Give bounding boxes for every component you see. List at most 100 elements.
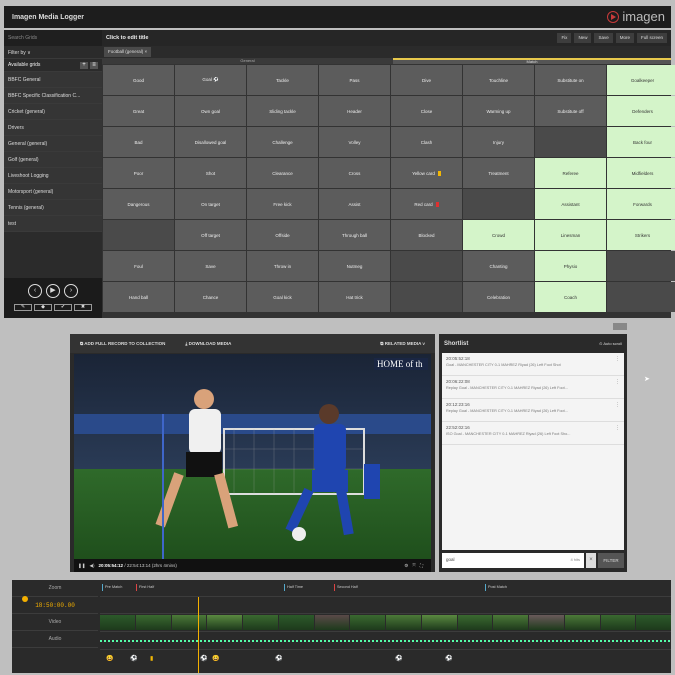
header-button-save[interactable]: Save — [594, 33, 613, 43]
tag-icon[interactable]: ◆ — [34, 304, 52, 311]
grid-button-off-target[interactable]: Off target — [175, 220, 246, 250]
video-thumbnail[interactable] — [207, 615, 242, 630]
grid-button-throw-in[interactable]: Throw in — [247, 251, 318, 281]
grid-button-goalkeeper[interactable]: Goalkeeper — [607, 65, 675, 95]
time-ruler[interactable] — [100, 597, 671, 614]
shortlist-item[interactable]: 20:12:23:16 Replay Goal - MANCHESTER CITY… — [442, 399, 624, 422]
grid-button-dive[interactable]: Dive — [391, 65, 462, 95]
grid-button-save[interactable]: Save — [175, 251, 246, 281]
grid-button-cross[interactable]: Cross — [319, 158, 390, 188]
expand-icon[interactable]: ⤧ — [412, 563, 420, 568]
related-media-button[interactable]: ⧉ RELATED MEDIA ∨ — [380, 341, 425, 346]
grid-list-item[interactable]: BBFC Specific Classification C... — [4, 88, 102, 104]
grid-button-substitute-off[interactable]: Substitute off — [535, 96, 606, 126]
video-thumbnail[interactable] — [278, 615, 314, 630]
grid-button-clearance[interactable]: Clearance — [247, 158, 318, 188]
grid-button-coach[interactable]: Coach — [535, 282, 606, 312]
grid-button-assist[interactable]: Assist — [319, 189, 390, 219]
grid-button-defenders[interactable]: Defenders — [607, 96, 675, 126]
video-thumbnail[interactable] — [171, 615, 207, 630]
clear-search-icon[interactable]: × — [586, 553, 596, 568]
header-button-new[interactable]: New — [574, 33, 592, 43]
grid-list-item[interactable]: BBFC General — [4, 72, 102, 88]
grid-button-crowd[interactable]: Crowd — [463, 220, 534, 250]
grid-button-nutmeg[interactable]: Nutmeg — [319, 251, 390, 281]
grid-list-item[interactable]: Tennis (general) — [4, 200, 102, 216]
add-full-record-button[interactable]: ⧉ ADD FULL RECORD TO COLLECTION — [80, 341, 165, 346]
ball-icon[interactable]: ⚽ — [130, 655, 137, 662]
video-track[interactable] — [100, 614, 671, 632]
grid-button-linesman[interactable]: Linesman — [535, 220, 606, 250]
grid-list-item[interactable]: Liveshoot Logging — [4, 168, 102, 184]
period-marker[interactable]: Pre Match — [102, 584, 122, 591]
grid-button-shot[interactable]: Shot — [175, 158, 246, 188]
grid-button-disallowed-goal[interactable]: Disallowed goal — [175, 127, 246, 157]
header-button-more[interactable]: More — [615, 33, 634, 43]
fullscreen-icon[interactable]: ⛶ — [420, 563, 427, 568]
pause-icon[interactable]: ❚❚ — [78, 563, 86, 569]
zoom-slider[interactable] — [22, 596, 28, 602]
ball-icon[interactable]: ⚽ — [445, 655, 452, 662]
grid-button-touchline[interactable]: Touchline — [463, 65, 534, 95]
playhead[interactable] — [198, 597, 199, 673]
kebab-menu-icon[interactable]: ⋮ — [615, 425, 620, 431]
delete-icon[interactable]: ✖ — [74, 304, 92, 311]
grid-button-challenge[interactable]: Challenge — [247, 127, 318, 157]
grid-button-own-goal[interactable]: Own goal — [175, 96, 246, 126]
play-icon[interactable]: ▶ — [46, 284, 60, 298]
grid-button-assistant[interactable]: Assistant — [535, 189, 606, 219]
grid-button-goal-kick[interactable]: Goal kick — [247, 282, 318, 312]
ball-icon[interactable]: ⚽ — [395, 655, 402, 662]
face-icon[interactable]: 😀 — [106, 655, 113, 662]
kebab-menu-icon[interactable]: ⋮ — [615, 356, 620, 362]
period-marker[interactable]: Half Time — [284, 584, 303, 591]
grid-button-hat-trick[interactable]: Hat trick — [319, 282, 390, 312]
grid-list-item[interactable]: General (general) — [4, 136, 102, 152]
confirm-icon[interactable]: ✔ — [54, 304, 72, 311]
previous-icon[interactable]: ‹ — [28, 284, 42, 298]
grid-button-physio[interactable]: Physio — [535, 251, 606, 281]
grid-button-substitute-on[interactable]: Substitute on — [535, 65, 606, 95]
video-thumbnail[interactable] — [529, 615, 564, 630]
shortlist-item[interactable]: 22:52:02:16 ISO Goal - MANCHESTER CITY 0-… — [442, 422, 624, 445]
video-thumbnail[interactable] — [314, 615, 350, 630]
grid-button-foul[interactable]: Foul — [103, 251, 174, 281]
grid-button-referee[interactable]: Referee — [535, 158, 606, 188]
shortlist-item[interactable]: 20:05:52:18 Goal - MANCHESTER CITY 0-1 MA… — [442, 353, 624, 376]
grid-list-item[interactable]: Drivers — [4, 120, 102, 136]
filter-button[interactable]: FILTER — [598, 553, 624, 568]
grid-button-forwards[interactable]: Forwards — [607, 189, 675, 219]
grid-button-dangerous[interactable]: Dangerous — [103, 189, 174, 219]
add-grid-button[interactable]: + — [80, 61, 88, 69]
header-button-fix[interactable]: Fix — [557, 33, 572, 43]
grid-list-item[interactable]: Motorsport (general) — [4, 184, 102, 200]
face-icon[interactable]: 😀 — [212, 655, 219, 662]
grid-button-close[interactable]: Close — [391, 96, 462, 126]
period-marker[interactable]: Post Match — [485, 584, 507, 591]
video-thumbnail[interactable] — [600, 615, 636, 630]
download-media-button[interactable]: ⤓ DOWNLOAD MEDIA — [185, 341, 231, 346]
video-thumbnail[interactable] — [100, 615, 135, 630]
header-button-full-screen[interactable]: Full screen — [636, 33, 667, 43]
grid-button-treatment[interactable]: Treatment — [463, 158, 534, 188]
grid-button-yellow-card[interactable]: Yellow card — [391, 158, 462, 188]
video-thumbnail[interactable] — [350, 615, 385, 630]
period-marker[interactable]: First Half — [136, 584, 154, 591]
ball-icon[interactable]: ⚽ — [275, 655, 282, 662]
period-marker[interactable]: Second Half — [334, 584, 358, 591]
grid-button-free-kick[interactable]: Free kick — [247, 189, 318, 219]
video-thumbnail[interactable] — [564, 615, 600, 630]
video-thumbnail[interactable] — [243, 615, 278, 630]
ball-icon[interactable]: ⚽ — [200, 655, 207, 662]
tab-football-general[interactable]: Football (general) × — [104, 47, 152, 57]
grid-button-good[interactable]: Good — [103, 65, 174, 95]
grid-button-clash[interactable]: Clash — [391, 127, 462, 157]
autoscroll-toggle[interactable]: ⊙ Auto scroll — [599, 341, 622, 346]
grid-button-pass[interactable]: Pass — [319, 65, 390, 95]
grid-button-sliding-tackle[interactable]: Sliding tackle — [247, 96, 318, 126]
video-player[interactable]: HOME of th — [74, 354, 431, 559]
video-thumbnail[interactable] — [636, 615, 671, 630]
grid-button-great[interactable]: Great — [103, 96, 174, 126]
filter-dropdown[interactable]: Filter by ∨ — [4, 46, 102, 59]
grid-list-item[interactable]: Golf (general) — [4, 152, 102, 168]
